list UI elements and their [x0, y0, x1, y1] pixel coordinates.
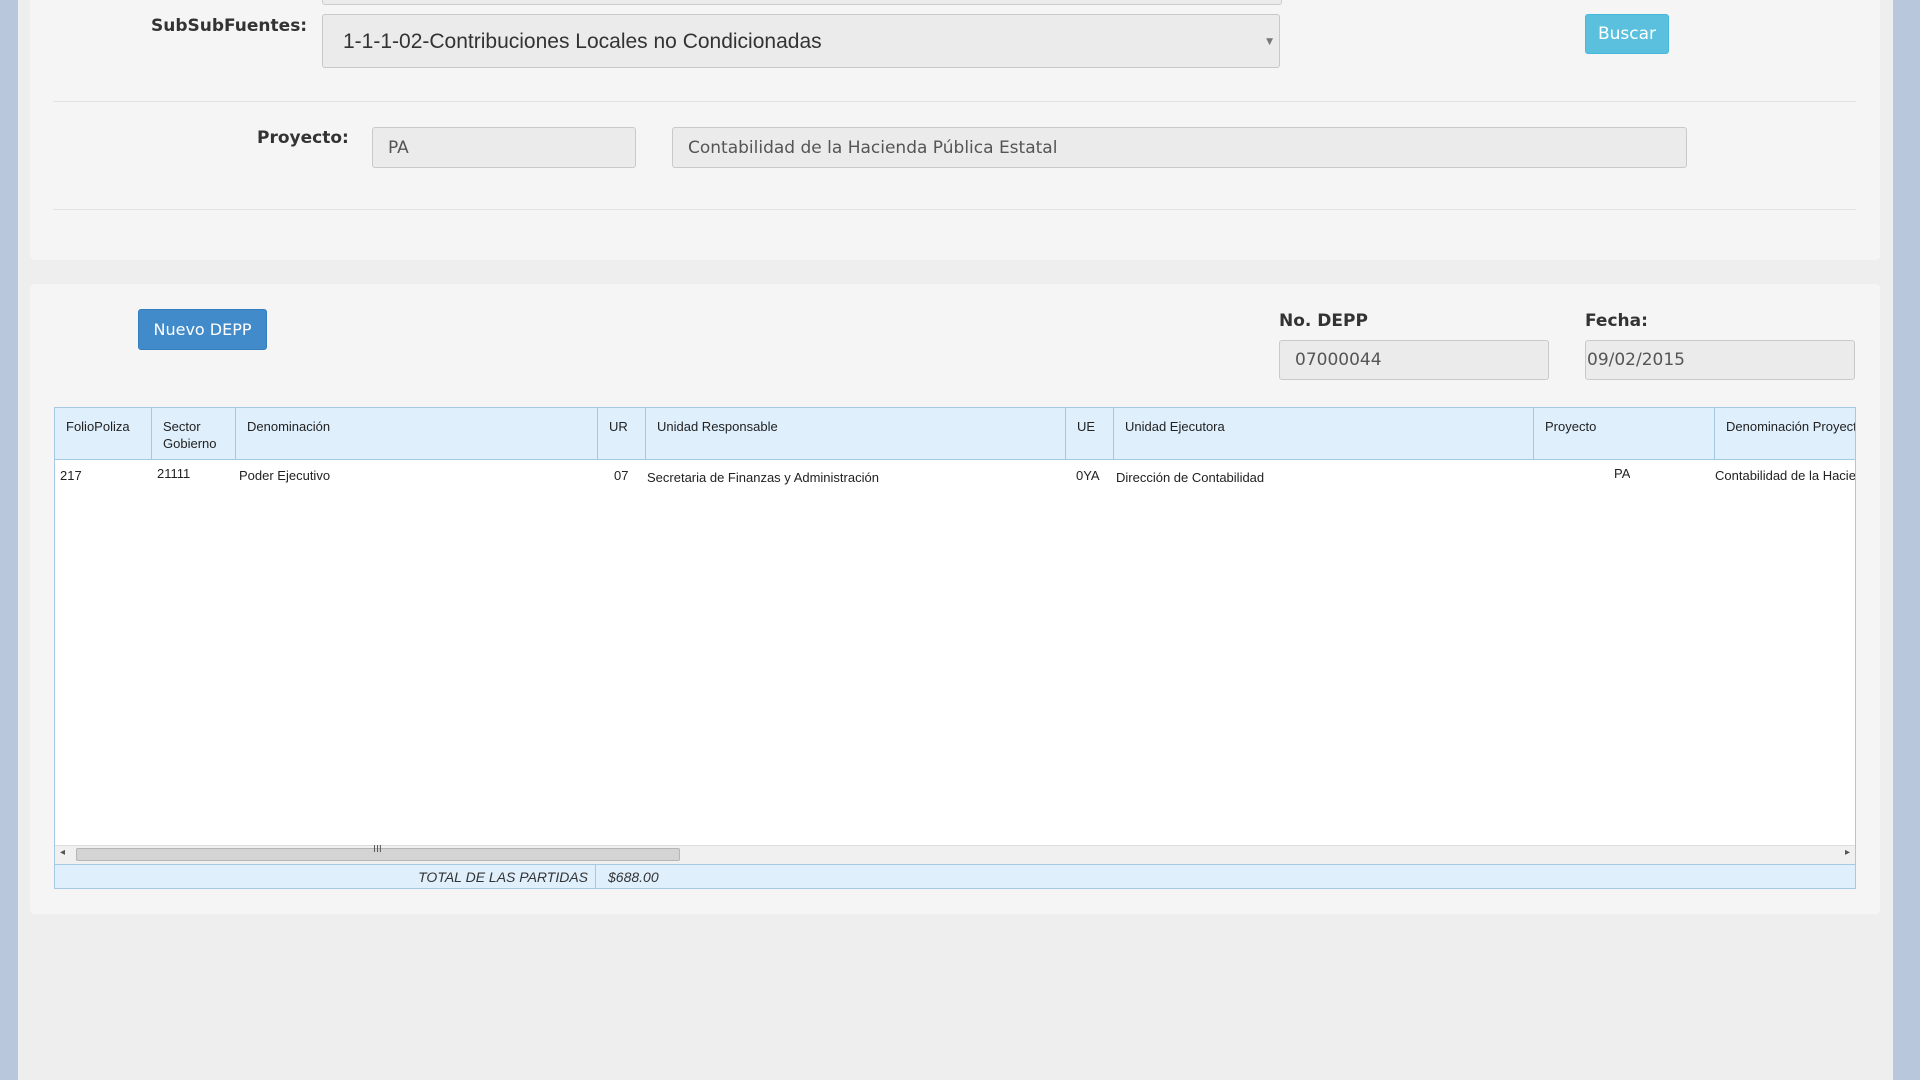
cell-foliopoliza: 217	[60, 468, 82, 483]
cell-ue: 0YA	[1076, 468, 1100, 483]
proyecto-label: Proyecto:	[257, 128, 349, 148]
column-header-denominacion-proyecto[interactable]: Denominación Proyecto	[1715, 408, 1855, 459]
horizontal-scrollbar[interactable]: ◂ III ▸	[55, 844, 1855, 864]
column-header-ue[interactable]: UE	[1066, 408, 1114, 459]
divider	[53, 101, 1856, 102]
cell-unidad-ejecutora: Dirección de Contabilidad	[1116, 470, 1265, 485]
grid-header: FolioPoliza Sector Gobierno Denominación …	[55, 408, 1855, 460]
cell-denominacion: Poder Ejecutivo	[239, 468, 331, 483]
column-header-ur[interactable]: UR	[598, 408, 646, 459]
subsubfuentes-label: SubSubFuentes:	[151, 16, 308, 36]
previous-select-field[interactable]	[322, 0, 1282, 5]
scrollbar-grip-icon: III	[373, 844, 382, 855]
column-header-foliopoliza[interactable]: FolioPoliza	[55, 408, 152, 459]
subsubfuentes-select[interactable]: 1-1-1-02-Contribuciones Locales no Condi…	[322, 14, 1280, 68]
right-window-border	[1893, 0, 1920, 1080]
total-partidas-value: $688.00	[608, 869, 659, 885]
table-row[interactable]: 217 21111 Poder Ejecutivo 07 Secretaria …	[55, 460, 1855, 490]
cell-unidad-responsable: Secretaria de Finanzas y Administración	[647, 470, 879, 485]
divider	[53, 209, 1856, 210]
total-partidas-label: TOTAL DE LAS PARTIDAS	[55, 865, 596, 888]
cell-proyecto: PA	[1614, 466, 1631, 481]
no-depp-field[interactable]: 07000044	[1279, 340, 1549, 380]
scroll-right-icon[interactable]: ▸	[1845, 847, 1850, 858]
left-window-border	[0, 0, 18, 1080]
column-header-unidad-ejecutora[interactable]: Unidad Ejecutora	[1114, 408, 1534, 459]
fecha-field[interactable]: 09/02/2015	[1585, 340, 1855, 380]
proyecto-code-field[interactable]: PA	[372, 127, 636, 168]
partidas-grid: FolioPoliza Sector Gobierno Denominación …	[54, 407, 1856, 889]
column-header-denominacion[interactable]: Denominación	[236, 408, 598, 459]
grid-footer: TOTAL DE LAS PARTIDAS $688.00	[55, 864, 1855, 888]
scroll-left-icon[interactable]: ◂	[60, 847, 65, 858]
chevron-down-icon: ▼	[1266, 37, 1273, 47]
column-header-sector-gobierno[interactable]: Sector Gobierno	[152, 408, 236, 459]
subsubfuentes-selected-value: 1-1-1-02-Contribuciones Locales no Condi…	[343, 30, 822, 53]
no-depp-label: No. DEPP	[1279, 311, 1368, 331]
nuevo-depp-button[interactable]: Nuevo DEPP	[138, 309, 267, 350]
cell-denominacion-proyecto: Contabilidad de la Hacienda Pública Esta…	[1715, 468, 1855, 483]
buscar-button[interactable]: Buscar	[1585, 14, 1669, 54]
column-header-proyecto[interactable]: Proyecto	[1534, 408, 1715, 459]
cell-ur: 07	[614, 468, 629, 483]
column-header-unidad-responsable[interactable]: Unidad Responsable	[646, 408, 1066, 459]
cell-sector-gobierno: 21111	[157, 466, 191, 481]
proyecto-description-field[interactable]: Contabilidad de la Hacienda Pública Esta…	[672, 127, 1687, 168]
fecha-label: Fecha:	[1585, 311, 1648, 331]
